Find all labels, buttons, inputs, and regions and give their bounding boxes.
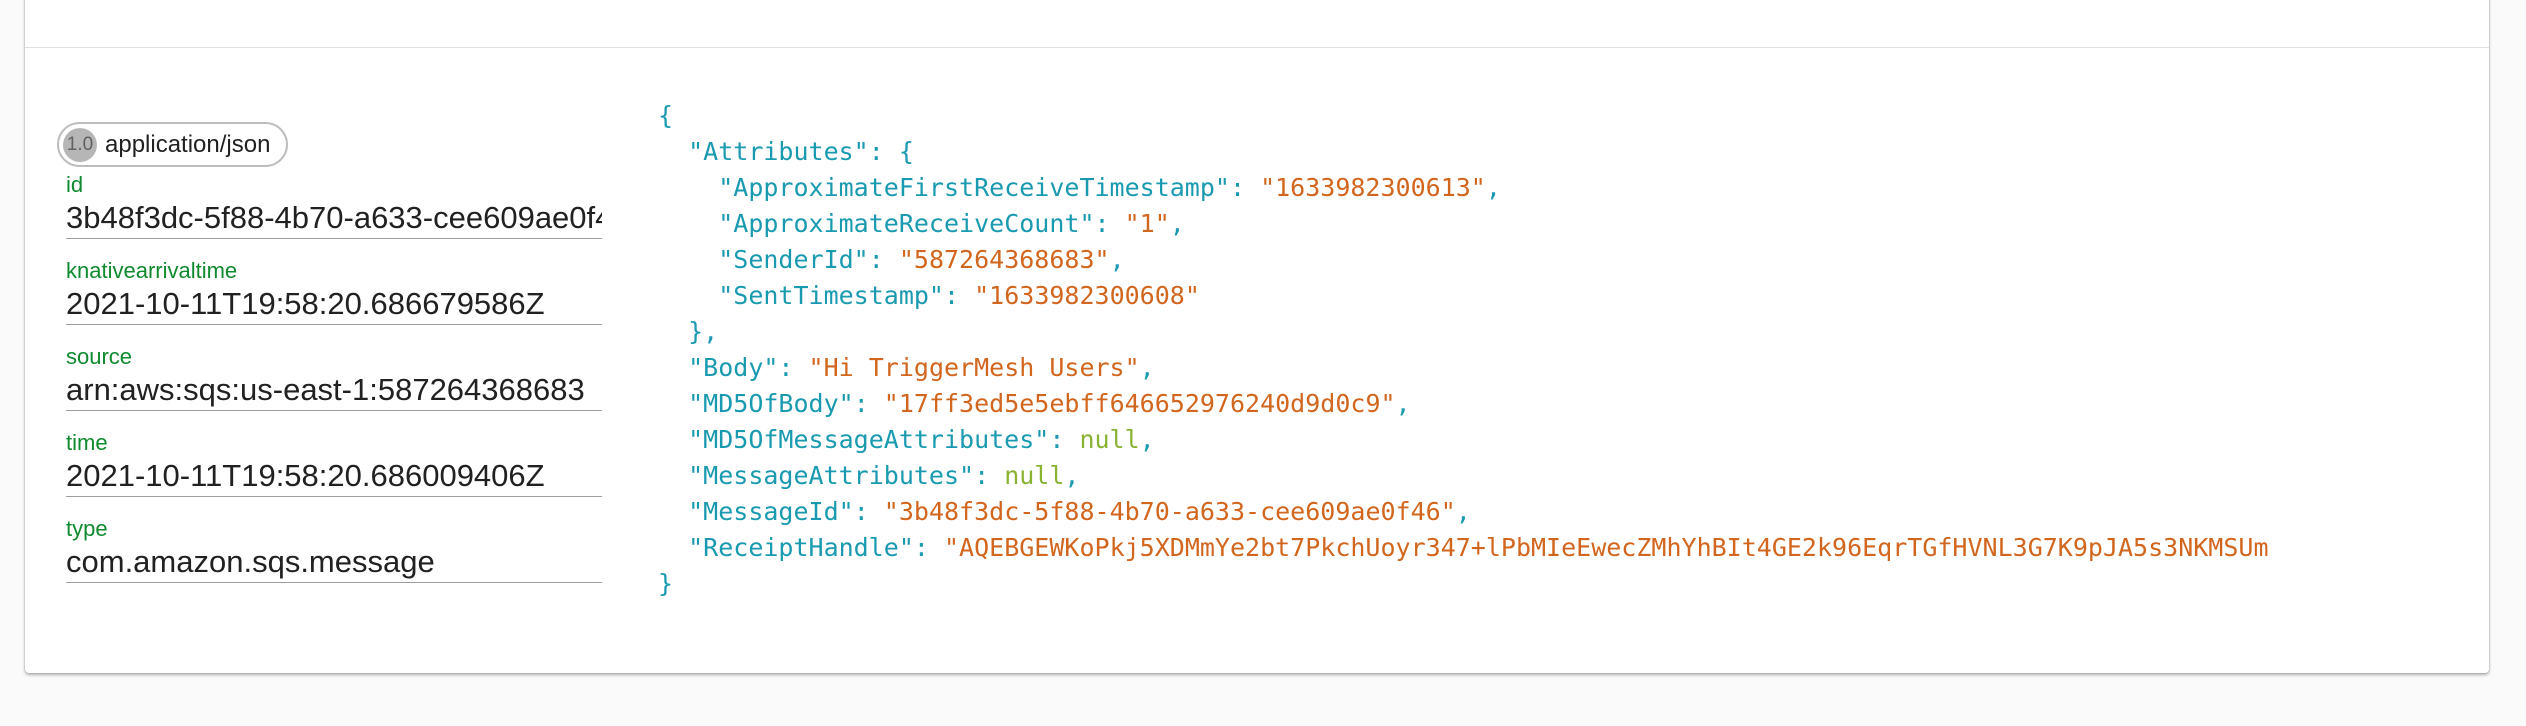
json-key: "Attributes" bbox=[688, 137, 869, 166]
json-null-value: null bbox=[1004, 461, 1065, 490]
attribute-value: com.amazon.sqs.message bbox=[66, 542, 602, 583]
attribute-value: 3b48f3dc-5f88-4b70-a633-cee609ae0f46 bbox=[66, 198, 602, 239]
attribute-source: source arn:aws:sqs:us-east-1:58726436868… bbox=[66, 344, 602, 411]
attribute-label: source bbox=[66, 344, 133, 369]
json-key: "MessageId" bbox=[688, 497, 854, 526]
json-key: "MD5OfBody" bbox=[688, 389, 854, 418]
spec-version-avatar: 1.0 bbox=[63, 127, 97, 162]
json-key: "SenderId" bbox=[718, 245, 869, 274]
content-type-chip: 1.0 application/json bbox=[57, 122, 289, 167]
attribute-knativearrivaltime: knativearrivaltime 2021-10-11T19:58:20.6… bbox=[66, 258, 602, 325]
card-divider bbox=[25, 47, 2489, 48]
attribute-value: 2021-10-11T19:58:20.686679586Z bbox=[66, 284, 602, 325]
attribute-time: time 2021-10-11T19:58:20.686009406Z bbox=[66, 430, 602, 497]
json-null-value: null bbox=[1079, 425, 1140, 454]
attribute-label: knativearrivaltime bbox=[66, 258, 238, 283]
content-type-label: application/json bbox=[105, 130, 271, 158]
attribute-label: type bbox=[66, 516, 108, 541]
json-string-value: "1633982300613" bbox=[1260, 173, 1486, 202]
json-string-value: "Hi TriggerMesh Users" bbox=[808, 353, 1140, 382]
attribute-id: id 3b48f3dc-5f88-4b70-a633-cee609ae0f46 bbox=[66, 172, 602, 239]
json-key: "ReceiptHandle" bbox=[688, 533, 914, 562]
json-key: "MD5OfMessageAttributes" bbox=[688, 425, 1050, 454]
json-string-value: "17ff3ed5e5ebff646652976240d9d0c9" bbox=[883, 389, 1396, 418]
json-key: "MessageAttributes" bbox=[688, 461, 975, 490]
json-payload-viewer: { "Attributes": { "ApproximateFirstRecei… bbox=[658, 101, 2269, 598]
json-key: "ApproximateFirstReceiveTimestamp" bbox=[718, 173, 1230, 202]
json-string-value: "1" bbox=[1124, 209, 1170, 238]
json-string-value: "1633982300608" bbox=[974, 281, 1200, 310]
attribute-value: arn:aws:sqs:us-east-1:587264368683 bbox=[66, 370, 602, 411]
json-string-value: "AQEBGEWKoPkj5XDMmYe2bt7PkchUoyr347+lPbM… bbox=[944, 533, 2269, 562]
json-key: "SentTimestamp" bbox=[718, 281, 944, 310]
attribute-label: time bbox=[66, 430, 108, 455]
json-key: "Body" bbox=[688, 353, 779, 382]
attribute-type: type com.amazon.sqs.message bbox=[66, 516, 602, 583]
event-card: 1.0 application/json id 3b48f3dc-5f88-4b… bbox=[25, 0, 2489, 673]
json-key: "ApproximateReceiveCount" bbox=[718, 209, 1095, 238]
attribute-label: id bbox=[66, 172, 84, 197]
json-string-value: "587264368683" bbox=[898, 245, 1110, 274]
json-string-value: "3b48f3dc-5f88-4b70-a633-cee609ae0f46" bbox=[883, 497, 1456, 526]
attribute-value: 2021-10-11T19:58:20.686009406Z bbox=[66, 456, 602, 497]
